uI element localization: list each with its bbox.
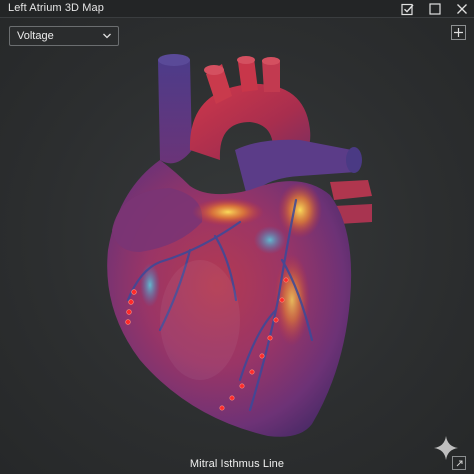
vena-cava-opening <box>158 54 190 66</box>
branch-opening-2 <box>237 56 255 64</box>
voltage-zone-high-1 <box>192 198 264 226</box>
heart-model[interactable] <box>0 52 474 452</box>
map-type-select[interactable]: Voltage <box>9 26 119 46</box>
checkbox-check-icon <box>400 3 414 15</box>
chevron-down-icon <box>103 33 111 39</box>
square-icon <box>429 3 441 15</box>
window-title: Left Atrium 3D Map <box>8 2 104 14</box>
map-type-selected-value: Voltage <box>17 30 54 42</box>
confirm-button[interactable] <box>399 1 415 17</box>
branch-opening-3 <box>262 57 280 65</box>
close-icon <box>457 4 467 14</box>
superior-vena-cava <box>158 57 192 164</box>
resize-corner-icon[interactable] <box>452 456 466 470</box>
title-bar: Left Atrium 3D Map <box>0 0 474 18</box>
add-button[interactable] <box>451 25 466 40</box>
map-window: Left Atrium 3D Map Voltage Mitral Isthmu… <box>0 0 474 474</box>
plus-icon <box>454 28 463 37</box>
surface-highlight <box>160 260 240 380</box>
status-bar: Mitral Isthmus Line <box>0 454 474 474</box>
voltage-zone-low-2 <box>140 263 160 307</box>
heart-3d-viewport[interactable] <box>0 52 474 452</box>
ablation-line-label: Mitral Isthmus Line <box>189 458 285 470</box>
maximize-button[interactable] <box>427 1 443 17</box>
pulmonary-vein-upper <box>330 180 372 200</box>
voltage-zone-low-1 <box>254 226 286 254</box>
branch-opening-1 <box>204 65 224 75</box>
resize-arrow-icon <box>456 460 463 467</box>
close-button[interactable] <box>454 1 470 17</box>
pulmonary-opening <box>346 147 362 173</box>
voltage-zone-high-3 <box>274 254 310 346</box>
voltage-zone-high-2 <box>278 182 322 238</box>
